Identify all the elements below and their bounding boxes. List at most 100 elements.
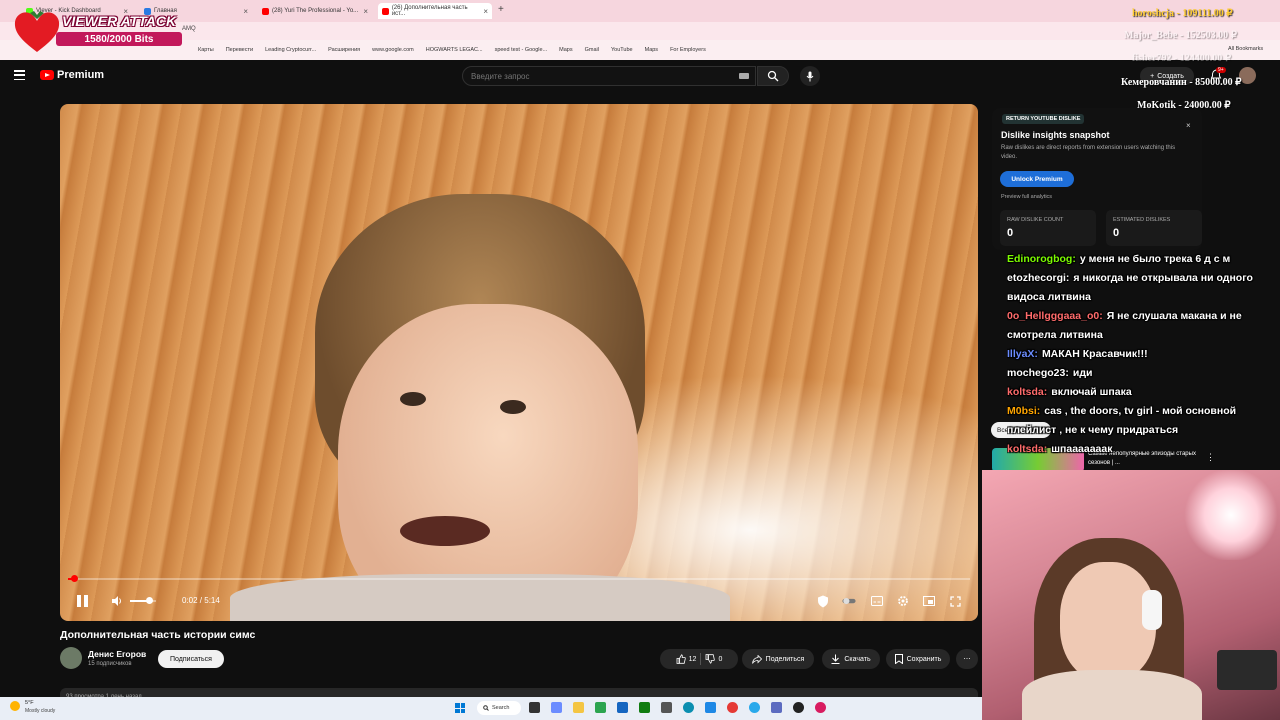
app-icon[interactable] <box>815 702 826 713</box>
obs-icon[interactable] <box>793 702 804 713</box>
mic-icon <box>806 71 814 81</box>
bookmark-item[interactable]: Maps <box>559 47 572 53</box>
app-icon[interactable] <box>595 702 606 713</box>
video-player[interactable] <box>60 104 978 621</box>
new-tab-button[interactable]: + <box>498 4 504 15</box>
weather-icon[interactable] <box>10 701 20 711</box>
all-bookmarks[interactable]: All Bookmarks <box>1228 46 1263 52</box>
search-button[interactable] <box>757 66 789 86</box>
bookmark-item[interactable]: Карты <box>198 47 214 53</box>
bookmarks-bar: Карты Перевести Leading Cryptocurr... Ра… <box>0 40 1280 60</box>
volume-icon[interactable] <box>110 594 124 608</box>
bookmark-item[interactable]: speed test - Google... <box>495 47 548 53</box>
shield-icon[interactable] <box>816 594 830 608</box>
bookmark-item[interactable]: Maps <box>645 47 658 53</box>
volume-knob[interactable] <box>146 597 153 604</box>
bookmark-item[interactable]: YouTube <box>611 47 633 53</box>
thumbs-down-icon <box>706 654 716 664</box>
download-button[interactable]: Скачать <box>822 649 880 669</box>
bookmark-item[interactable]: Leading Cryptocurr... <box>265 47 316 53</box>
dislike-button[interactable]: 0 <box>705 654 722 664</box>
chrome-icon[interactable] <box>727 702 738 713</box>
taskbar-search[interactable]: Search <box>477 701 521 715</box>
fullscreen-icon[interactable] <box>948 594 962 608</box>
chat-message: M0bsi: cas , the doors, tv girl - мой осн… <box>1007 402 1277 440</box>
bookmark-item[interactable]: For Employers <box>670 47 706 53</box>
store-icon[interactable] <box>617 702 628 713</box>
bookmark-item[interactable]: Расширения <box>328 47 360 53</box>
dislike-count: 0 <box>718 655 723 663</box>
webcam-lamp <box>1182 470 1280 560</box>
save-button[interactable]: Сохранить <box>886 649 950 669</box>
copilot-icon[interactable] <box>551 702 562 713</box>
tab-label: (26) Дополнительная часть ист... <box>391 5 468 17</box>
donor-entry: Major_Bebe - 152503.00 ₽ <box>1124 30 1238 41</box>
app-icon[interactable] <box>705 702 716 713</box>
close-icon[interactable]: × <box>363 7 368 16</box>
miniplayer-icon[interactable] <box>922 594 936 608</box>
chat-text: включай шпака <box>1051 386 1132 398</box>
search-icon <box>767 70 779 82</box>
webcam-person-top <box>1022 670 1202 720</box>
headphones-icon <box>1142 590 1162 630</box>
taskbar-search-label: Search <box>492 705 510 711</box>
voice-search-button[interactable] <box>800 66 820 86</box>
chat-username: 0o_Hellgggaaa_o0: <box>1007 310 1103 322</box>
youtube-logo-text[interactable]: Premium <box>57 69 104 81</box>
app-icon[interactable] <box>771 702 782 713</box>
settings-gear-icon[interactable] <box>896 594 910 608</box>
stat-value: 0 <box>1113 227 1120 239</box>
close-icon[interactable]: × <box>243 7 248 16</box>
pause-button[interactable] <box>74 592 90 610</box>
progress-scrubber[interactable] <box>71 575 78 582</box>
bookmark-item[interactable]: Перевести <box>226 47 253 53</box>
youtube-logo-icon[interactable] <box>40 70 54 80</box>
close-icon[interactable]: × <box>483 7 488 16</box>
file-explorer-icon[interactable] <box>573 702 584 713</box>
menu-icon[interactable] <box>14 70 25 80</box>
browser-tab-active[interactable]: (26) Дополнительная часть ист... × <box>378 3 492 19</box>
autoplay-toggle-icon[interactable] <box>842 594 856 608</box>
browser-tab[interactable]: (28) Yuri The Professional - Yo... × <box>258 3 372 19</box>
xbox-icon[interactable] <box>639 702 650 713</box>
download-icon <box>831 654 840 664</box>
bookmark-item[interactable]: HOGWARTS LEGAC... <box>426 47 483 53</box>
chat-username: Edinorogbog: <box>1007 253 1076 265</box>
stat-value: 0 <box>1007 227 1014 239</box>
subscribe-button[interactable]: Подписаться <box>158 650 224 668</box>
more-actions-button[interactable]: ⋯ <box>956 649 978 669</box>
stat-label: ESTIMATED DISLIKES <box>1113 217 1171 223</box>
notification-badge: 9+ <box>1216 67 1226 73</box>
video-title: Дополнительная часть истории симс <box>60 629 256 641</box>
like-button[interactable]: 12 <box>676 654 696 664</box>
thumbs-up-icon <box>676 654 686 664</box>
extension-badge: RETURN YOUTUBE DISLIKE <box>1002 114 1085 124</box>
keyboard-icon[interactable] <box>739 73 749 79</box>
bookmark-icon <box>894 654 903 664</box>
channel-avatar[interactable] <box>60 647 82 669</box>
bookmark-item[interactable]: Gmail <box>585 47 599 53</box>
channel-name[interactable]: Денис Егоров <box>88 649 146 659</box>
telegram-icon[interactable] <box>749 702 760 713</box>
subtitles-icon[interactable] <box>870 594 884 608</box>
estimated-dislike-box <box>1106 210 1202 246</box>
app-icon[interactable] <box>661 702 672 713</box>
chat-text: иди <box>1072 367 1093 379</box>
task-view-icon[interactable] <box>529 702 540 713</box>
youtube-icon <box>382 7 389 15</box>
unlock-premium-button[interactable]: Unlock Premium <box>1000 171 1074 187</box>
progress-bar[interactable] <box>68 578 970 580</box>
weather-temp[interactable]: 5°F <box>25 700 34 706</box>
windows-start-icon[interactable] <box>455 703 465 713</box>
video-person-eye <box>500 400 526 414</box>
share-button[interactable]: Поделиться <box>742 649 814 669</box>
close-icon[interactable]: × <box>1186 121 1191 130</box>
chat-message: 0o_Hellgggaaa_o0: Я не слушала макана и н… <box>1007 307 1277 345</box>
edge-icon[interactable] <box>683 702 694 713</box>
donor-entry: horoshcja - 109111.00 ₽ <box>1132 8 1233 19</box>
search-input[interactable] <box>462 66 756 86</box>
bookmark-item[interactable]: www.google.com <box>372 47 414 53</box>
preview-link[interactable]: Preview full analytics <box>1001 194 1052 200</box>
chat-message: IllyaX: МАКАН Красавчик!!! <box>1007 345 1277 364</box>
chat-message: koltsda: шпааааааак <box>1007 440 1277 459</box>
